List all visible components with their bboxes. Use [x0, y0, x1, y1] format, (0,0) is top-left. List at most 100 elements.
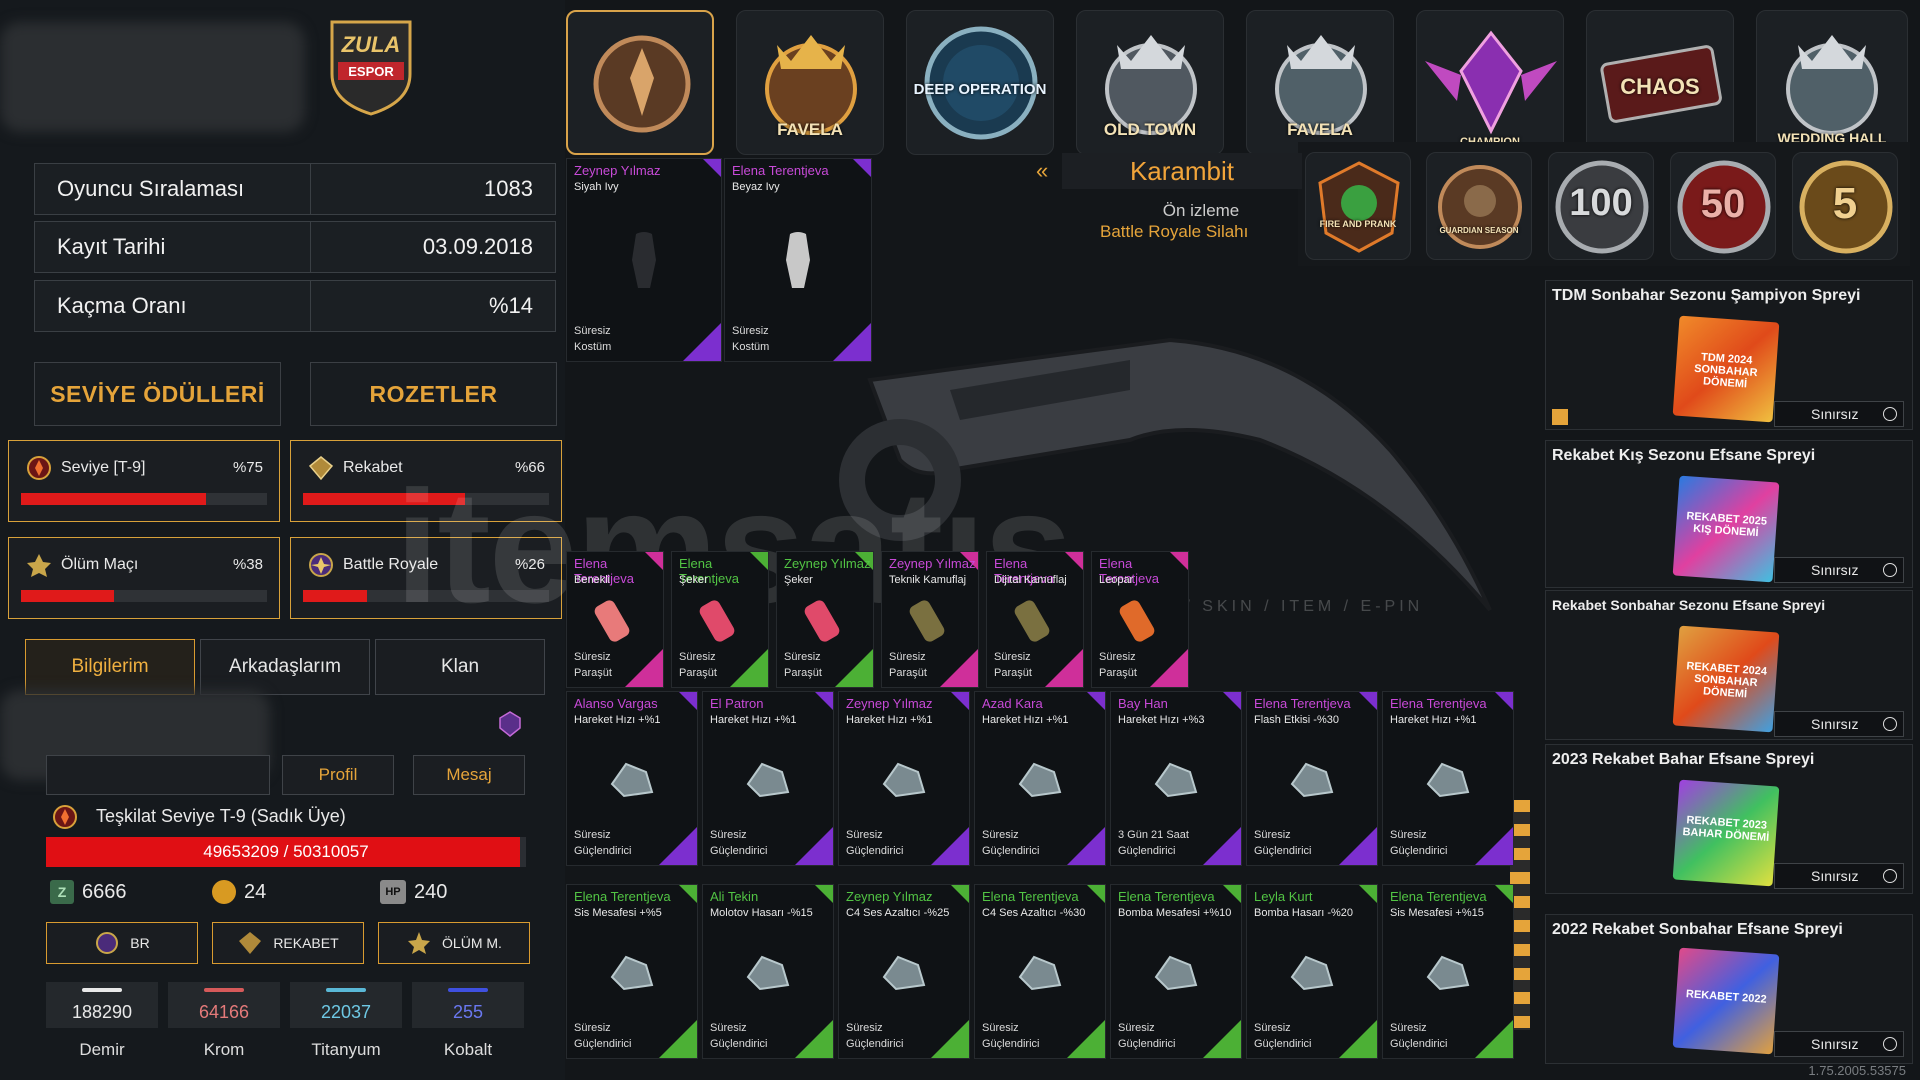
item-type: Güçlendirici	[1254, 845, 1312, 857]
spray-card-3[interactable]: Rekabet Sonbahar Sezonu Efsane Spreyi RE…	[1545, 590, 1913, 740]
booster-card[interactable]: Bay Han Hareket Hızı +%3 3 Gün 21 Saat Güçl…	[1110, 691, 1242, 866]
item-description: Bomba Hasarı -%20	[1254, 907, 1354, 919]
item-type: Güçlendirici	[1390, 1038, 1448, 1050]
previous-arrow[interactable]: «	[1036, 158, 1048, 184]
mode-level-progress	[21, 493, 267, 505]
ranked-mode-button[interactable]: REKABET	[212, 922, 364, 964]
badge-slot-4[interactable]: OLD TOWN	[1076, 10, 1224, 155]
booster-card[interactable]: Elena Terentjeva Sis Mesafesi +%15 Süresiz…	[1382, 884, 1514, 1059]
small-badge-1[interactable]: FIRE AND PRANK	[1305, 152, 1411, 260]
badge-slot-2[interactable]: FAVELA	[736, 10, 884, 155]
item-type: Güçlendirici	[846, 845, 904, 857]
parachute-card[interactable]: Elena Terentjeva Şeker Süresiz Paraşüt	[671, 551, 769, 688]
parachute-card[interactable]: Zeynep Yılmaz Teknik Kamuflaj Süresiz Paraş…	[881, 551, 979, 688]
chrome-value: 64166	[198, 1002, 250, 1022]
spray-card-5[interactable]: 2022 Rekabet Sonbahar Efsane Spreyi REKA…	[1545, 914, 1913, 1064]
booster-card[interactable]: Elena Terentjeva Flash Etkisi -%30 Süresiz…	[1246, 691, 1378, 866]
rarity-corner	[659, 1020, 697, 1058]
item-description: Hareket Hızı +%1	[846, 714, 933, 726]
spray-title: 2022 Rekabet Sonbahar Efsane Spreyi	[1552, 921, 1843, 938]
item-duration: Süresiz	[994, 651, 1031, 663]
br-mode-button[interactable]: BR	[46, 922, 198, 964]
badges-button[interactable]: ROZETLER	[310, 362, 557, 426]
badge-slot-6[interactable]: CHAMPION	[1416, 10, 1564, 155]
parachute-card[interactable]: Elena Terentjeva Leopar Süresiz Paraşüt	[1091, 551, 1189, 688]
item-description: Flash Etkisi -%30	[1254, 714, 1339, 726]
badge-slot-8[interactable]: WEDDING HALL	[1756, 10, 1908, 155]
message-button[interactable]: Mesaj	[413, 755, 525, 795]
badge-slot-1[interactable]	[566, 10, 714, 155]
booster-card[interactable]: Zeynep Yılmaz Hareket Hızı +%1 Süresiz Güçl…	[838, 691, 970, 866]
tab-my-info[interactable]: Bilgilerim	[25, 639, 195, 695]
badge-slot-3[interactable]: DEEP OPERATION	[906, 10, 1054, 155]
booster-card[interactable]: Alanso Vargas Hareket Hızı +%1 Süresiz Güçl…	[566, 691, 698, 866]
blurred-button[interactable]	[46, 755, 270, 795]
profile-button[interactable]: Profil	[282, 755, 394, 795]
item-duration: Süresiz	[846, 829, 883, 841]
rarity-corner	[1067, 1020, 1105, 1058]
item-character: Elena Terentjeva	[1118, 889, 1215, 904]
costume-card-1[interactable]: Zeynep Yılmaz Siyah Ivy Süresiz Kostüm	[566, 158, 722, 362]
tab-clan[interactable]: Klan	[375, 639, 545, 695]
small-badge-4[interactable]: 50	[1670, 152, 1776, 260]
booster-card[interactable]: Elena Terentjeva Hareket Hızı +%1 Süresiz G…	[1382, 691, 1514, 866]
spray-card-4[interactable]: 2023 Rekabet Bahar Efsane Spreyi REKABET…	[1545, 744, 1913, 894]
spray-art-text: REKABET 2023 BAHAR DÖNEMİ	[1682, 814, 1770, 845]
spray-art-text: REKABET 2022	[1685, 988, 1767, 1006]
item-duration: Süresiz	[574, 651, 611, 663]
small-badge-2[interactable]: GUARDIAN SEASON	[1426, 152, 1532, 260]
badge-slot-7[interactable]: CHAOS	[1586, 10, 1734, 155]
weapon-category: Battle Royale Silahı	[1100, 222, 1249, 241]
item-description: Hareket Hızı +%1	[1390, 714, 1477, 726]
booster-card[interactable]: Elena Terentjeva C4 Ses Azaltıcı -%30 Süre…	[974, 884, 1106, 1059]
booster-card[interactable]: Zeynep Yılmaz C4 Ses Azaltıcı -%25 Süresiz…	[838, 884, 970, 1059]
item-description: Teknik Kamuflaj	[889, 574, 967, 586]
item-type: Güçlendirici	[710, 1038, 768, 1050]
level-icon	[27, 456, 51, 480]
item-description: Molotov Hasarı -%15	[710, 907, 813, 919]
small-badge-5[interactable]: 5	[1792, 152, 1898, 260]
gold-currency-value: 24	[244, 880, 267, 903]
clock-icon	[1883, 407, 1897, 421]
rarity-marker	[1087, 692, 1105, 710]
booster-card[interactable]: El Patron Hareket Hızı +%1 Süresiz Güçlendi…	[702, 691, 834, 866]
mode-level-fill	[21, 493, 206, 505]
badge-slot-5[interactable]: FAVELA	[1246, 10, 1394, 155]
spray-card-2[interactable]: Rekabet Kış Sezonu Efsane Spreyi REKABET…	[1545, 440, 1913, 588]
titanium-label: Titanyum	[311, 1040, 381, 1059]
item-type: Paraşüt	[994, 667, 1032, 679]
booster-card[interactable]: Elena Terentjeva Sis Mesafesi +%5 Süresiz G…	[566, 884, 698, 1059]
level-rewards-button[interactable]: SEVİYE ÖDÜLLERİ	[34, 362, 281, 426]
escape-rate-label: Kaçma Oranı	[35, 281, 311, 331]
deathmatch-mode-button[interactable]: ÖLÜM M.	[378, 922, 530, 964]
rarity-corner	[931, 1020, 969, 1058]
mode-deathmatch-pct: %38	[232, 556, 263, 573]
small-badge-1-label: FIRE AND PRANK	[1319, 219, 1397, 229]
costume-type: Kostüm	[732, 341, 770, 353]
spray-title: 2023 Rekabet Bahar Efsane Spreyi	[1552, 751, 1815, 768]
rarity-marker	[1359, 692, 1377, 710]
booster-card[interactable]: Leyla Kurt Bomba Hasarı -%20 Süresiz Güçlen…	[1246, 884, 1378, 1059]
booster-card[interactable]: Elena Terentjeva Bomba Mesafesi +%10 Süres…	[1110, 884, 1242, 1059]
spray-card-1[interactable]: TDM Sonbahar Sezonu Şampiyon Spreyi TDM …	[1545, 280, 1913, 430]
preview-label: Ön izleme	[1162, 201, 1240, 220]
item-character: Azad Kara	[982, 696, 1043, 711]
small-badge-3[interactable]: 100	[1548, 152, 1654, 260]
booster-card[interactable]: Azad Kara Hareket Hızı +%1 Süresiz Güçlendi…	[974, 691, 1106, 866]
item-duration: Süresiz	[1390, 829, 1427, 841]
booster-card[interactable]: Ali Tekin Molotov Hasarı -%15 Süresiz Güçle…	[702, 884, 834, 1059]
parachute-card[interactable]: Zeynep Yılmaz Şeker Süresiz Paraşüt	[776, 551, 874, 688]
version-text: 1.75.2005.53575	[1808, 1063, 1906, 1078]
spray-limit: Sınırsız	[1774, 557, 1904, 583]
costume-white-ivy-icon	[786, 232, 810, 288]
rarity-marker	[703, 159, 721, 177]
tab-friends[interactable]: Arkadaşlarım	[200, 639, 370, 695]
item-character: Ali Tekin	[710, 889, 759, 904]
item-duration: Süresiz	[710, 1022, 747, 1034]
parachute-card[interactable]: Elena Terentjeva Dijital Kamuflaj Süresiz P…	[986, 551, 1084, 688]
item-type: Güçlendirici	[1118, 845, 1176, 857]
hp-currency-value: 240	[414, 880, 448, 903]
hp-currency: HP 240	[380, 880, 447, 904]
spray-check-icon[interactable]	[1552, 409, 1568, 425]
parachute-card[interactable]: Elena Terentjeva Benekli Süresiz Paraşüt	[566, 551, 664, 688]
